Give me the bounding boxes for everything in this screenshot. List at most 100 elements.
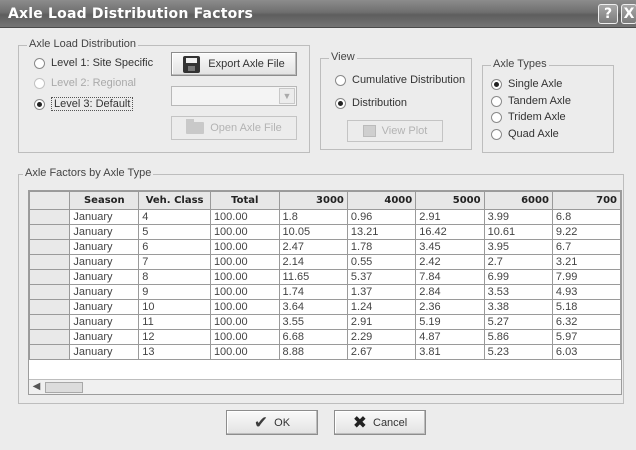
close-button[interactable]: X <box>621 4 636 24</box>
radio-tandem-axle-dot[interactable] <box>491 95 502 107</box>
table-cell[interactable]: 100.00 <box>209 254 280 270</box>
table-cell[interactable]: 16.42 <box>415 224 485 240</box>
table-row[interactable]: January 11 100.00 3.55 2.91 5.19 5.27 6.32 <box>29 314 621 330</box>
table-cell[interactable]: 100.00 <box>209 329 280 345</box>
table-cell[interactable]: 10 <box>138 299 211 315</box>
table-cell[interactable]: 5.27 <box>483 314 553 330</box>
table-cell[interactable]: 5.18 <box>551 299 621 315</box>
table-cell[interactable]: 9.22 <box>551 224 621 240</box>
table-cell[interactable]: 2.36 <box>415 299 485 315</box>
table-cell[interactable]: 6.99 <box>483 269 553 285</box>
table-cell[interactable]: 0.96 <box>346 209 417 225</box>
table-cell[interactable]: 3.99 <box>483 209 553 225</box>
table-cell[interactable]: 100.00 <box>209 209 280 225</box>
table-cell[interactable]: 6 <box>138 239 211 255</box>
table-cell[interactable]: 5.86 <box>483 329 553 345</box>
table-cell[interactable]: 2.47 <box>278 239 348 255</box>
row-header-cell[interactable] <box>29 329 71 345</box>
column-header[interactable]: Season <box>69 191 140 210</box>
table-cell[interactable]: 12 <box>138 329 211 345</box>
table-cell[interactable]: 4.87 <box>415 329 485 345</box>
table-cell[interactable]: 2.67 <box>346 344 417 360</box>
table-cell[interactable]: January <box>69 329 140 345</box>
table-cell[interactable]: 100.00 <box>209 284 280 300</box>
table-cell[interactable]: 3.38 <box>483 299 553 315</box>
row-header-cell[interactable] <box>29 224 71 240</box>
row-header-cell[interactable] <box>29 209 71 225</box>
table-cell[interactable]: 13 <box>138 344 211 360</box>
radio-level-1[interactable]: Level 1: Site Specific <box>34 57 153 69</box>
radio-distribution[interactable]: Distribution <box>335 97 407 109</box>
table-row[interactable]: January 12 100.00 6.68 2.29 4.87 5.86 5.97 <box>29 329 621 345</box>
table-cell[interactable]: 6.32 <box>551 314 621 330</box>
table-cell[interactable]: 1.78 <box>346 239 417 255</box>
table-cell[interactable]: 1.24 <box>346 299 417 315</box>
scroll-right-icon[interactable]: ▶ <box>619 380 621 394</box>
table-cell[interactable]: 5 <box>138 224 211 240</box>
cancel-button[interactable]: ✖ Cancel <box>334 410 426 435</box>
table-cell[interactable]: 2.14 <box>278 254 348 270</box>
column-header[interactable]: Veh. Class <box>138 191 211 210</box>
table-cell[interactable]: 2.91 <box>415 209 485 225</box>
table-cell[interactable]: 5.37 <box>346 269 417 285</box>
table-cell[interactable]: 3.45 <box>415 239 485 255</box>
table-cell[interactable]: 6.7 <box>551 239 621 255</box>
row-header-cell[interactable] <box>29 239 71 255</box>
table-cell[interactable]: January <box>69 224 140 240</box>
radio-tridem-axle[interactable]: Tridem Axle <box>491 111 566 123</box>
radio-cumulative-dot[interactable] <box>335 74 346 86</box>
scroll-left-icon[interactable]: ◀ <box>29 380 44 394</box>
column-header[interactable]: 4000 <box>346 191 417 210</box>
horizontal-scrollbar[interactable]: ◀ ▶ <box>29 379 621 394</box>
table-cell[interactable]: 100.00 <box>209 269 280 285</box>
table-cell[interactable]: 7 <box>138 254 211 270</box>
table-cell[interactable]: 100.00 <box>209 239 280 255</box>
radio-level-1-dot[interactable] <box>34 57 45 69</box>
column-header[interactable]: 5000 <box>415 191 485 210</box>
row-header-cell[interactable] <box>29 284 71 300</box>
column-header[interactable]: 3000 <box>278 191 348 210</box>
table-row[interactable]: January 5 100.00 10.05 13.21 16.42 10.61 9.22 <box>29 224 621 240</box>
table-cell[interactable]: 0.55 <box>346 254 417 270</box>
radio-single-axle[interactable]: Single Axle <box>491 78 562 90</box>
row-header-cell[interactable] <box>29 299 71 315</box>
table-cell[interactable]: 8.88 <box>278 344 348 360</box>
table-row[interactable]: January 6 100.00 2.47 1.78 3.45 3.95 6.7 <box>29 239 621 255</box>
table-row[interactable]: January 10 100.00 3.64 1.24 2.36 3.38 5.18 <box>29 299 621 315</box>
row-header-cell[interactable] <box>29 314 71 330</box>
radio-quad-axle[interactable]: Quad Axle <box>491 128 559 140</box>
table-cell[interactable]: 9 <box>138 284 211 300</box>
table-cell[interactable]: 5.19 <box>415 314 485 330</box>
table-cell[interactable]: 1.8 <box>278 209 348 225</box>
table-cell[interactable]: January <box>69 314 140 330</box>
radio-level-3-dot[interactable] <box>34 98 45 110</box>
table-cell[interactable]: 100.00 <box>209 299 280 315</box>
help-button[interactable]: ? <box>598 4 618 24</box>
axle-file-combo[interactable]: ▼ <box>171 86 297 106</box>
table-cell[interactable]: 11.65 <box>278 269 348 285</box>
export-axle-file-button[interactable]: Export Axle File <box>171 52 297 76</box>
radio-level-3[interactable]: Level 3: Default <box>34 97 134 111</box>
radio-cumulative-distribution[interactable]: Cumulative Distribution <box>335 74 465 86</box>
table-cell[interactable]: 3.53 <box>483 284 553 300</box>
table-cell[interactable]: 3.95 <box>483 239 553 255</box>
table-cell[interactable]: 4.93 <box>551 284 621 300</box>
column-header[interactable]: 700 <box>551 191 621 210</box>
radio-tridem-axle-dot[interactable] <box>491 111 502 123</box>
column-header[interactable]: 6000 <box>483 191 553 210</box>
table-cell[interactable]: 5.97 <box>551 329 621 345</box>
row-header-cell[interactable] <box>29 269 71 285</box>
table-cell[interactable]: January <box>69 209 140 225</box>
table-cell[interactable]: 6.68 <box>278 329 348 345</box>
table-cell[interactable]: January <box>69 284 140 300</box>
chevron-down-icon[interactable]: ▼ <box>279 88 295 104</box>
table-cell[interactable]: 2.84 <box>415 284 485 300</box>
table-cell[interactable]: 2.91 <box>346 314 417 330</box>
table-cell[interactable]: January <box>69 344 140 360</box>
table-cell[interactable]: 7.84 <box>415 269 485 285</box>
table-cell[interactable]: 100.00 <box>209 344 280 360</box>
table-cell[interactable]: 3.81 <box>415 344 485 360</box>
table-cell[interactable]: 2.42 <box>415 254 485 270</box>
table-row[interactable]: January 9 100.00 1.74 1.37 2.84 3.53 4.93 <box>29 284 621 300</box>
table-cell[interactable]: 1.74 <box>278 284 348 300</box>
